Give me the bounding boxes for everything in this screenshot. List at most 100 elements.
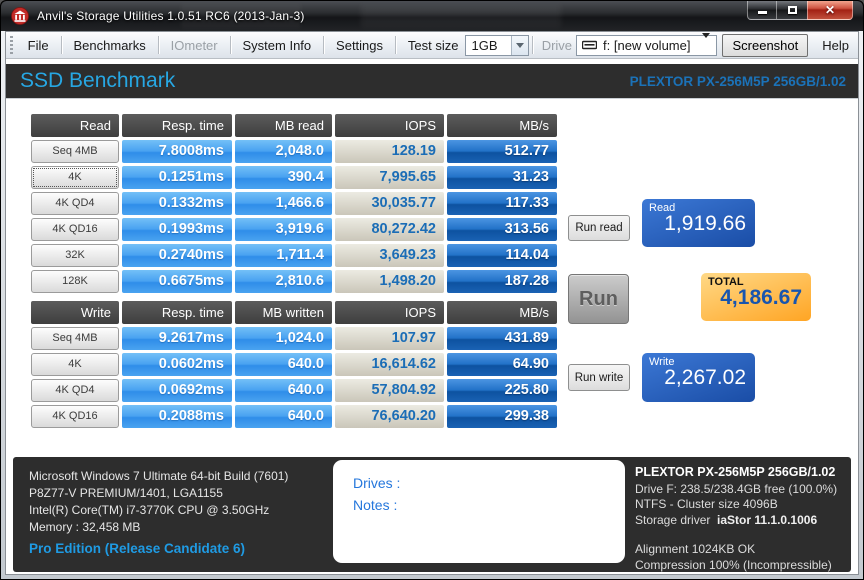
resp-time-cell: 0.1993ms (122, 218, 232, 241)
title-bar[interactable]: Anvil's Storage Utilities 1.0.51 RC6 (20… (1, 1, 863, 31)
menu-separator (395, 36, 396, 54)
maximize-button[interactable] (777, 1, 807, 20)
test-size-label: Test size (407, 37, 459, 53)
minimize-button[interactable] (747, 1, 777, 20)
resp-time-cell: 7.8008ms (122, 140, 232, 163)
iops-cell: 107.97 (335, 327, 444, 350)
iops-cell: 30,035.77 (335, 192, 444, 215)
toolbar-gripper[interactable] (10, 36, 13, 54)
resp-time-cell: 0.2088ms (122, 405, 232, 428)
os-line: Microsoft Windows 7 Ultimate 64-bit Buil… (29, 469, 289, 483)
storage-driver-line: Storage driver iaStor 11.1.0.1006 (635, 513, 837, 529)
read-score-box: Read 1,919.66 (642, 199, 755, 247)
mbs-cell: 64.90 (447, 353, 557, 376)
mb-written-cell: 640.0 (235, 379, 332, 402)
window-controls: ✕ (747, 1, 853, 20)
cpu-line: Intel(R) Core(TM) i7-3770K CPU @ 3.50GHz (29, 503, 270, 517)
minimize-icon (757, 11, 767, 14)
notes-label: Notes : (353, 497, 398, 513)
menu-separator (60, 36, 62, 54)
mb-read-cell: 1,711.4 (235, 244, 332, 267)
menu-separator (323, 36, 325, 54)
write-row-4k-button[interactable]: 4K (31, 353, 119, 376)
read-row-32k-button[interactable]: 32K (31, 244, 119, 267)
menu-bar: File Benchmarks IOmeter System Info Sett… (6, 32, 858, 59)
drive-arrow[interactable] (696, 32, 716, 53)
read-row-4k-button[interactable]: 4K (31, 166, 119, 189)
iops-cell: 57,804.92 (335, 379, 444, 402)
mb-read-cell: 2,810.6 (235, 270, 332, 293)
write-row-4kqd16-button[interactable]: 4K QD16 (31, 405, 119, 428)
test-size-select[interactable]: 1GB (464, 34, 529, 56)
resp-time-col-header: Resp. time (122, 114, 232, 137)
resp-time-col-header: Resp. time (122, 301, 232, 324)
iops-cell: 7,995.65 (335, 166, 444, 189)
drives-label: Drives : (353, 475, 401, 491)
menu-settings[interactable]: Settings (327, 34, 392, 57)
resp-time-cell: 0.6675ms (122, 270, 232, 293)
read-row-4kqd16-button[interactable]: 4K QD16 (31, 218, 119, 241)
read-table: Read Resp. time MB read IOPS MB/s Seq 4M… (31, 114, 557, 293)
write-score-box: Write 2,267.02 (642, 353, 755, 402)
read-col-header: Read (31, 114, 119, 137)
write-row-4kqd4-button[interactable]: 4K QD4 (31, 379, 119, 402)
menu-separator (531, 36, 533, 54)
drive-label: Drive (541, 37, 573, 53)
read-row-seq4mb-button[interactable]: Seq 4MB (31, 140, 119, 163)
mbs-cell: 225.80 (447, 379, 557, 402)
drive-info: PLEXTOR PX-256M5P 256GB/1.02 Drive F: 23… (635, 465, 837, 573)
header-band: SSD Benchmark PLEXTOR PX-256M5P 256GB/1.… (6, 64, 858, 99)
mb-read-cell: 3,919.6 (235, 218, 332, 241)
drive-select[interactable]: f: [new volume] (576, 32, 718, 56)
menu-help[interactable]: Help (813, 34, 858, 57)
resp-time-cell: 0.2740ms (122, 244, 232, 267)
alignment-line: Alignment 1024KB OK (635, 542, 756, 556)
motherboard-line: P8Z77-V PREMIUM/1401, LGA1155 (29, 486, 223, 500)
run-button[interactable]: Run (568, 274, 629, 324)
iops-col-header: IOPS (335, 114, 444, 137)
menu-system-info[interactable]: System Info (234, 34, 321, 57)
drive-info-title: PLEXTOR PX-256M5P 256GB/1.02 (635, 465, 836, 479)
mb-written-cell: 640.0 (235, 405, 332, 428)
screenshot-button[interactable]: Screenshot (722, 33, 809, 57)
close-button[interactable]: ✕ (807, 1, 853, 20)
mb-written-cell: 1,024.0 (235, 327, 332, 350)
resp-time-cell: 0.1332ms (122, 192, 232, 215)
storage-driver-label: Storage driver (635, 512, 711, 527)
info-panel: Microsoft Windows 7 Ultimate 64-bit Buil… (13, 457, 851, 572)
window-frame: File Benchmarks IOmeter System Info Sett… (1, 31, 863, 579)
test-size-arrow[interactable] (510, 35, 528, 55)
total-score-box: TOTAL 4,186.67 (701, 273, 811, 321)
menu-separator (229, 36, 231, 54)
write-row-seq4mb-button[interactable]: Seq 4MB (31, 327, 119, 350)
chevron-down-icon (515, 42, 524, 48)
write-score-value: 2,267.02 (664, 366, 746, 389)
write-col-header: Write (31, 301, 119, 324)
menu-separator (157, 36, 159, 54)
mb-read-cell: 390.4 (235, 166, 332, 189)
mb-read-col-header: MB read (235, 114, 332, 137)
menu-file[interactable]: File (19, 34, 58, 57)
mbs-cell: 512.77 (447, 140, 557, 163)
mb-written-cell: 640.0 (235, 353, 332, 376)
menu-benchmarks[interactable]: Benchmarks (65, 34, 155, 57)
mb-read-cell: 2,048.0 (235, 140, 332, 163)
app-window: Anvil's Storage Utilities 1.0.51 RC6 (20… (0, 0, 864, 580)
mbs-cell: 117.33 (447, 192, 557, 215)
run-read-button[interactable]: Run read (568, 215, 630, 241)
read-row-128k-button[interactable]: 128K (31, 270, 119, 293)
drives-notes-box[interactable]: Drives : Notes : (333, 460, 625, 563)
mb-read-cell: 1,466.6 (235, 192, 332, 215)
run-write-button[interactable]: Run write (568, 364, 630, 391)
mbs-col-header: MB/s (447, 301, 557, 324)
mbs-cell: 313.56 (447, 218, 557, 241)
resp-time-cell: 0.0602ms (122, 353, 232, 376)
close-icon: ✕ (824, 3, 836, 17)
iops-cell: 1,498.20 (335, 270, 444, 293)
test-size-value: 1GB (471, 37, 498, 53)
read-score-value: 1,919.66 (664, 212, 746, 235)
client-area: File Benchmarks IOmeter System Info Sett… (5, 31, 859, 575)
read-row-4kqd4-button[interactable]: 4K QD4 (31, 192, 119, 215)
page-title: SSD Benchmark (20, 69, 176, 92)
drive-icon (582, 40, 598, 50)
